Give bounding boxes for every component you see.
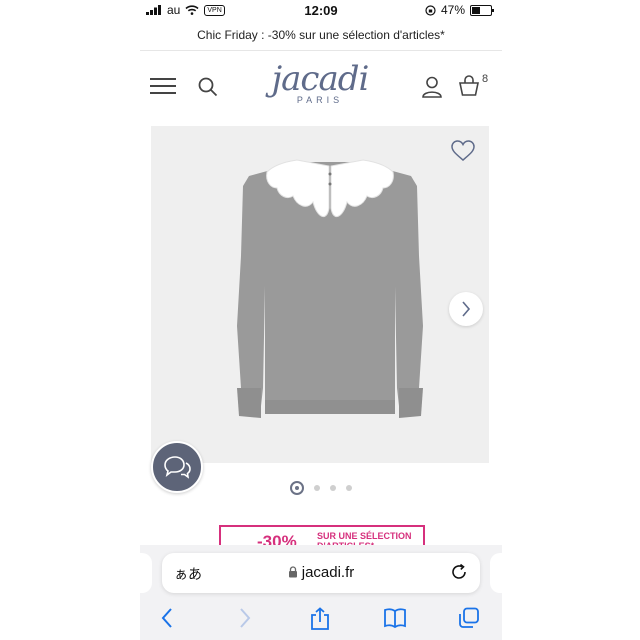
site-header: jacadi PARIS 8 — [140, 51, 502, 123]
product-image[interactable] — [151, 126, 489, 463]
search-icon[interactable] — [198, 77, 218, 97]
status-bar: au VPN 12:09 47% — [140, 0, 502, 20]
bag-icon[interactable] — [458, 75, 480, 97]
url-text: jacadi.fr — [301, 564, 355, 581]
heart-icon[interactable] — [451, 140, 475, 162]
bookmarks-icon[interactable] — [383, 607, 407, 629]
reload-icon[interactable] — [450, 563, 468, 581]
share-icon[interactable] — [310, 607, 330, 631]
next-image-button[interactable] — [449, 292, 483, 326]
battery-fill — [472, 6, 480, 14]
back-icon[interactable] — [160, 607, 174, 629]
carousel-dots — [140, 481, 502, 495]
menu-icon[interactable] — [150, 78, 176, 96]
carousel-dot[interactable] — [314, 485, 320, 491]
orientation-lock-icon — [425, 4, 436, 16]
carousel-dot[interactable] — [346, 485, 352, 491]
phone-screen: au VPN 12:09 47% Chic Friday : -30% sur … — [140, 0, 502, 640]
logo-wordmark: jacadi — [271, 59, 370, 99]
browser-toolbar — [140, 603, 502, 633]
battery-label: 47% — [440, 3, 465, 17]
account-icon[interactable] — [422, 76, 442, 98]
carousel-dot[interactable] — [290, 481, 304, 495]
tabs-icon[interactable] — [458, 607, 480, 629]
sale-text-line1: SUR UNE SÉLECTION — [317, 531, 412, 541]
next-tab-peek[interactable] — [490, 553, 502, 593]
previous-tab-peek[interactable] — [140, 553, 152, 593]
url-display[interactable]: jacadi.fr — [162, 564, 480, 581]
chat-icon — [164, 456, 191, 479]
address-bar[interactable]: ぁあ jacadi.fr — [162, 553, 480, 593]
lock-icon — [288, 566, 297, 578]
forward-icon[interactable] — [238, 607, 252, 629]
product-photo — [237, 159, 423, 418]
status-right: 47% — [425, 3, 494, 17]
chevron-right-icon — [462, 301, 471, 317]
battery-icon — [470, 4, 494, 16]
carousel-dot[interactable] — [330, 485, 336, 491]
browser-bar: ぁあ jacadi.fr — [140, 545, 502, 640]
promo-banner[interactable]: Chic Friday : -30% sur une sélection d'a… — [140, 20, 502, 51]
bag-count-badge: 8 — [482, 73, 489, 85]
logo[interactable]: jacadi PARIS — [250, 61, 390, 105]
